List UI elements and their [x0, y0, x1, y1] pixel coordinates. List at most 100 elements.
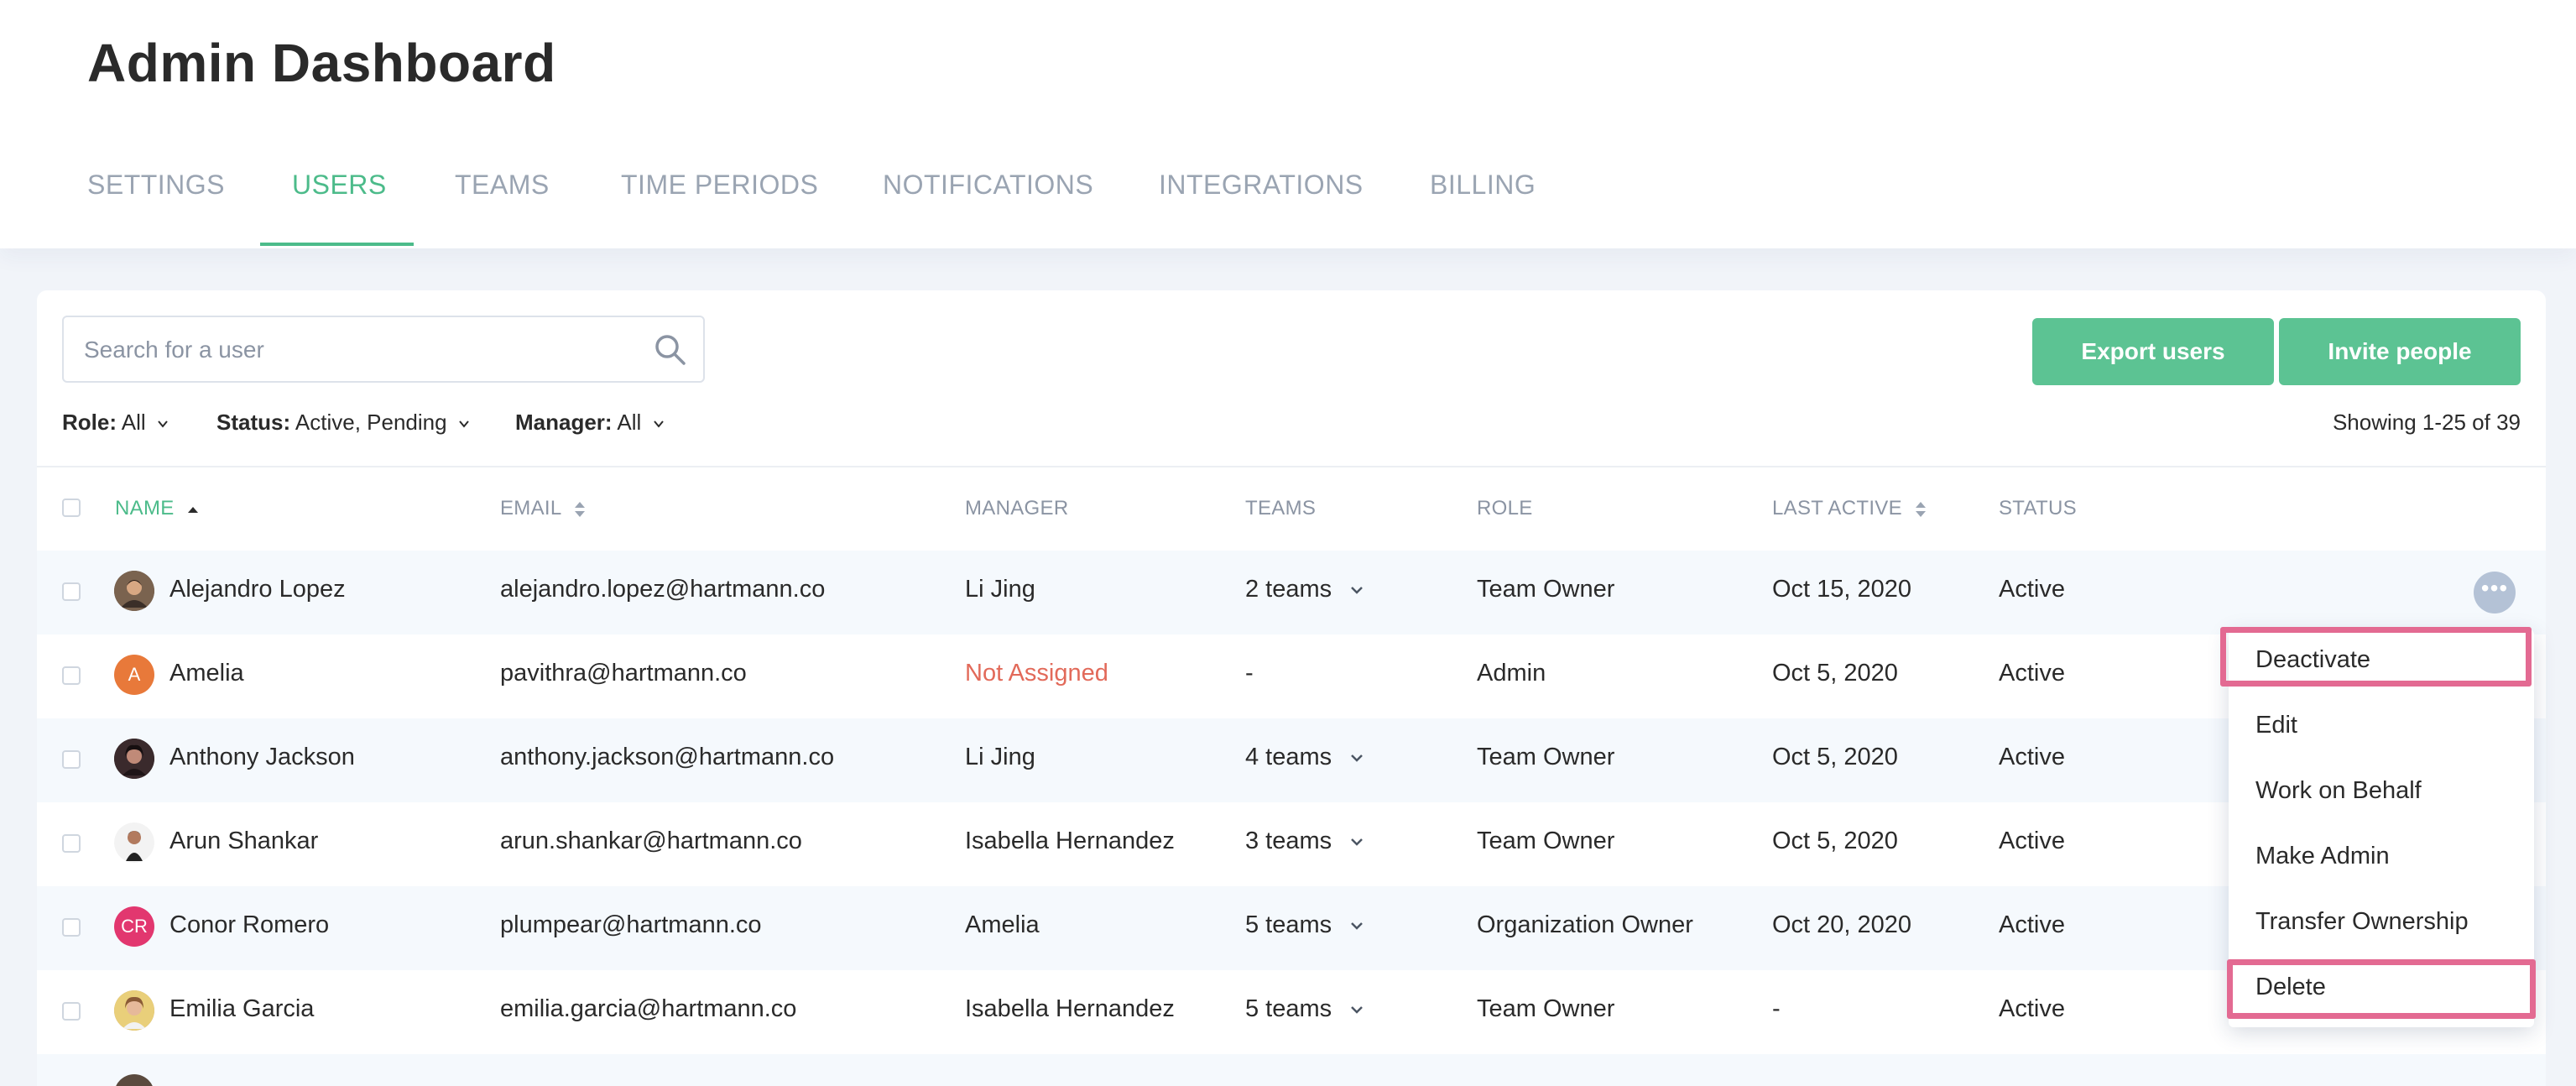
- user-email: plumpear@hartmann.co: [500, 911, 762, 938]
- teams-count: -: [1245, 660, 1254, 687]
- chevron-down-icon: [1351, 1006, 1364, 1015]
- user-photo-icon: [114, 822, 154, 863]
- tab-time-periods[interactable]: TIME PERIODS: [621, 170, 818, 201]
- row-checkbox[interactable]: [62, 918, 81, 937]
- avatar: [114, 571, 154, 611]
- user-photo-icon: [114, 990, 154, 1031]
- teams-count: 2 teams: [1245, 576, 1332, 603]
- menu-item-transfer-ownership[interactable]: Transfer Ownership: [2229, 896, 2534, 947]
- teams-dropdown[interactable]: 5 teams: [1245, 911, 1364, 939]
- teams-dropdown[interactable]: 4 teams: [1245, 744, 1364, 771]
- menu-item-edit[interactable]: Edit: [2229, 700, 2534, 750]
- avatar: [114, 739, 154, 779]
- column-last-active-label: LAST ACTIVE: [1772, 497, 1902, 520]
- column-teams: TEAMS: [1245, 497, 1317, 520]
- search-input[interactable]: [84, 331, 638, 369]
- user-role: Team Owner: [1477, 828, 1615, 854]
- status-filter-value: Active, Pending: [295, 410, 447, 435]
- pagination-summary: Showing 1-25 of 39: [2332, 410, 2521, 435]
- table-row[interactable]: Alejandro Lopez alejandro.lopez@hartmann…: [37, 551, 2546, 634]
- chevron-down-icon: [158, 420, 168, 428]
- export-users-button[interactable]: Export users: [2032, 318, 2274, 385]
- page-title: Admin Dashboard: [87, 33, 556, 93]
- menu-item-delete[interactable]: Delete: [2229, 962, 2534, 1012]
- user-manager: Isabella Hernandez: [965, 828, 1175, 854]
- chevron-down-icon: [1351, 754, 1364, 763]
- column-last-active[interactable]: LAST ACTIVE: [1772, 497, 1927, 520]
- user-name[interactable]: Anthony Jackson: [169, 744, 355, 771]
- sort-ascending-icon: [187, 506, 198, 513]
- menu-item-make-admin[interactable]: Make Admin: [2229, 831, 2534, 881]
- table-row[interactable]: A Amelia pavithra@hartmann.co Not Assign…: [37, 634, 2546, 718]
- row-checkbox[interactable]: [62, 1002, 81, 1021]
- user-last-active: Oct 5, 2020: [1772, 744, 1898, 770]
- row-checkbox[interactable]: [62, 582, 81, 601]
- manager-filter-value: All: [617, 410, 642, 435]
- avatar: A: [114, 655, 154, 695]
- teams-dropdown[interactable]: 2 teams: [1245, 576, 1364, 603]
- table-row[interactable]: Emilia Garcia emilia.garcia@hartmann.co …: [37, 970, 2546, 1054]
- user-name[interactable]: Arun Shankar: [169, 828, 318, 855]
- teams-dropdown[interactable]: 3 teams: [1245, 828, 1364, 855]
- avatar: [114, 990, 154, 1031]
- tab-teams[interactable]: TEAMS: [455, 170, 550, 201]
- row-checkbox[interactable]: [62, 834, 81, 853]
- manager-filter-key: Manager:: [515, 410, 613, 435]
- menu-item-deactivate[interactable]: Deactivate: [2229, 634, 2534, 685]
- more-actions-button[interactable]: •••: [2474, 572, 2516, 613]
- user-name[interactable]: Emilia Garcia: [169, 995, 314, 1023]
- tab-users[interactable]: USERS: [292, 170, 387, 201]
- column-name[interactable]: NAME: [115, 497, 199, 520]
- more-icon: •••: [2480, 575, 2509, 601]
- tab-settings[interactable]: SETTINGS: [87, 170, 225, 201]
- chevron-down-icon: [1351, 587, 1364, 595]
- chevron-down-icon: [1351, 922, 1364, 931]
- row-actions-menu: Deactivate Edit Work on Behalf Make Admi…: [2229, 629, 2534, 1027]
- menu-item-work-on-behalf[interactable]: Work on Behalf: [2229, 765, 2534, 816]
- table-row[interactable]: CR Conor Romero plumpear@hartmann.co Ame…: [37, 886, 2546, 970]
- header: Admin Dashboard SETTINGS USERS TEAMS TIM…: [0, 0, 2576, 248]
- user-photo-icon: [114, 571, 154, 611]
- table-row-partial[interactable]: [37, 1054, 2546, 1086]
- search-icon[interactable]: [653, 332, 688, 368]
- tab-integrations[interactable]: INTEGRATIONS: [1159, 170, 1364, 201]
- user-manager: Amelia: [965, 911, 1040, 938]
- user-status: Active: [1999, 995, 2065, 1022]
- teams-count: 3 teams: [1245, 828, 1332, 854]
- user-name[interactable]: Amelia: [169, 660, 244, 687]
- user-manager: Li Jing: [965, 744, 1035, 770]
- role-filter[interactable]: Role: All: [62, 410, 169, 436]
- user-name[interactable]: Alejandro Lopez: [169, 576, 346, 603]
- user-status: Active: [1999, 660, 2065, 687]
- user-email: alejandro.lopez@hartmann.co: [500, 576, 826, 603]
- user-role: Team Owner: [1477, 576, 1615, 603]
- tab-billing[interactable]: BILLING: [1430, 170, 1536, 201]
- row-checkbox[interactable]: [62, 666, 81, 685]
- invite-people-button[interactable]: Invite people: [2279, 318, 2521, 385]
- status-filter[interactable]: Status: Active, Pending: [216, 410, 470, 436]
- chevron-down-icon: [459, 420, 469, 428]
- user-role: Organization Owner: [1477, 911, 1693, 938]
- user-name[interactable]: Conor Romero: [169, 911, 329, 939]
- table-row[interactable]: Anthony Jackson anthony.jackson@hartmann…: [37, 718, 2546, 802]
- chevron-down-icon: [1351, 838, 1364, 847]
- user-role: Team Owner: [1477, 744, 1615, 770]
- row-checkbox[interactable]: [62, 750, 81, 769]
- table-header: NAME EMAIL MANAGER TEAMS ROLE LAST ACTIV…: [37, 468, 2546, 551]
- tab-notifications[interactable]: NOTIFICATIONS: [883, 170, 1093, 201]
- user-role: Team Owner: [1477, 995, 1615, 1022]
- user-status: Active: [1999, 744, 2065, 770]
- column-email[interactable]: EMAIL: [500, 497, 586, 520]
- table-row[interactable]: Arun Shankar arun.shankar@hartmann.co Is…: [37, 802, 2546, 886]
- select-all-checkbox[interactable]: [62, 499, 81, 517]
- column-email-label: EMAIL: [500, 497, 561, 520]
- user-manager: Li Jing: [965, 576, 1035, 603]
- user-email: arun.shankar@hartmann.co: [500, 828, 802, 854]
- tab-bar: SETTINGS USERS TEAMS TIME PERIODS NOTIFI…: [0, 151, 2576, 248]
- sort-icon: [574, 501, 585, 517]
- user-last-active: -: [1772, 995, 1781, 1022]
- manager-filter[interactable]: Manager: All: [515, 410, 665, 436]
- user-manager[interactable]: Not Assigned: [965, 660, 1108, 687]
- teams-dropdown[interactable]: 5 teams: [1245, 995, 1364, 1023]
- teams-count: 5 teams: [1245, 911, 1332, 938]
